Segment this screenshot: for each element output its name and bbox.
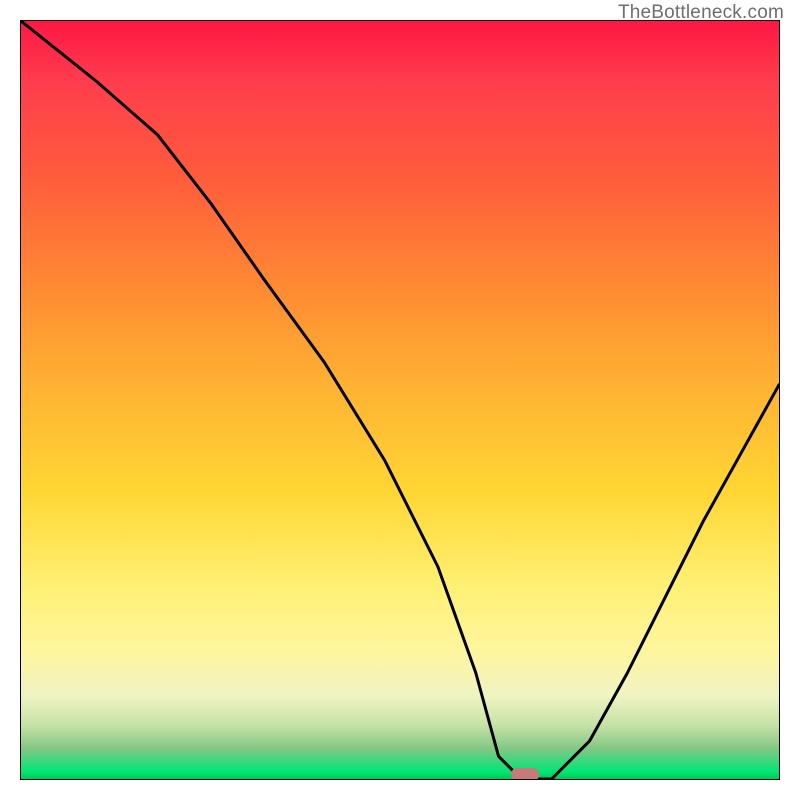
- plot-area: [20, 20, 780, 780]
- watermark-text: TheBottleneck.com: [618, 2, 784, 24]
- curve-svg: [21, 21, 779, 779]
- chart-container: TheBottleneck.com: [0, 0, 800, 800]
- bottleneck-curve: [21, 21, 779, 779]
- optimum-marker: [511, 768, 539, 779]
